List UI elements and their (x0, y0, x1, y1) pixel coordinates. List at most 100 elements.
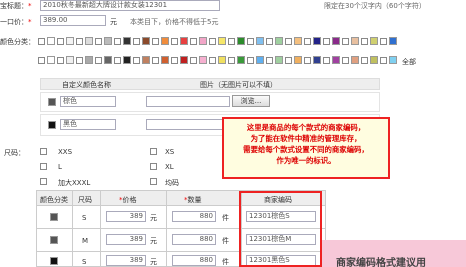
price-label: 一口价：* (0, 18, 32, 26)
color-checkbox[interactable] (76, 38, 83, 45)
header-quantity: *数量 (184, 196, 202, 204)
title-label: 宝标题：* (0, 2, 32, 10)
color-checkbox[interactable] (171, 38, 178, 45)
title-input[interactable]: 2010秋冬最新超大牌设计款女装12301 (40, 0, 220, 11)
color-swatch (123, 37, 131, 45)
color-swatch (351, 37, 359, 45)
callout-line: 需要给每个款式设置不同的商家编码， (243, 145, 369, 154)
color-swatch (85, 56, 93, 64)
color-checkbox[interactable] (133, 57, 140, 64)
color-checkbox[interactable] (38, 57, 45, 64)
size-option-label: XS (165, 148, 175, 156)
color-checkbox[interactable] (342, 38, 349, 45)
color-checkbox[interactable] (57, 38, 64, 45)
color-checkbox[interactable] (228, 57, 235, 64)
color-checkbox[interactable] (152, 38, 159, 45)
sku-size: S (82, 258, 87, 266)
color-checkbox[interactable] (285, 57, 292, 64)
size-checkbox-xs[interactable] (150, 148, 157, 155)
color-checkbox[interactable] (361, 38, 368, 45)
color-swatch (66, 37, 74, 45)
browse-button[interactable]: 浏览... (232, 95, 270, 107)
color-swatch (199, 56, 207, 64)
color-swatch (161, 56, 169, 64)
color-checkbox[interactable] (247, 38, 254, 45)
color-checkbox[interactable] (266, 38, 273, 45)
color-checkbox[interactable] (190, 57, 197, 64)
color-checkbox[interactable] (285, 38, 292, 45)
sku-quantity-input[interactable]: 880 (172, 255, 216, 266)
color-swatch (180, 37, 188, 45)
color-checkbox[interactable] (247, 57, 254, 64)
size-checkbox-xxxl[interactable] (40, 178, 47, 185)
color-swatch (218, 56, 226, 64)
color-checkbox[interactable] (304, 57, 311, 64)
color-checkbox[interactable] (95, 57, 102, 64)
price-unit: 元 (110, 18, 117, 26)
color-checkbox[interactable] (171, 57, 178, 64)
quantity-unit: 件 (222, 258, 229, 266)
title-hint: 限定在30个汉字内（60个字符） (324, 2, 426, 10)
tip-banner: 商家编码格式建议用 (322, 240, 466, 267)
color-checkbox[interactable] (361, 57, 368, 64)
size-checkbox-one-size[interactable] (150, 178, 157, 185)
size-option-label: XL (165, 163, 174, 171)
color-checkbox[interactable] (380, 38, 387, 45)
custom-color-name-input[interactable]: 棕色 (60, 96, 116, 107)
color-checkbox[interactable] (190, 38, 197, 45)
color-swatch (50, 257, 58, 265)
color-swatch (370, 37, 378, 45)
sku-quantity-input[interactable]: 880 (172, 234, 216, 245)
color-swatch (332, 56, 340, 64)
color-swatch (104, 37, 112, 45)
color-checkbox[interactable] (133, 38, 140, 45)
sku-price-input[interactable]: 389 (106, 255, 146, 266)
color-swatch (275, 56, 283, 64)
price-input[interactable]: 389.00 (40, 15, 106, 26)
color-checkbox[interactable] (304, 38, 311, 45)
image-path-input[interactable] (146, 96, 230, 107)
size-checkbox-xxs[interactable] (40, 148, 47, 155)
callout-line: 作为唯一的标识。 (276, 156, 336, 165)
color-swatch (142, 56, 150, 64)
color-checkbox[interactable] (38, 38, 45, 45)
color-swatch (50, 213, 58, 221)
size-checkbox-l[interactable] (40, 163, 47, 170)
sku-quantity-input[interactable]: 880 (172, 211, 216, 222)
image-path-input[interactable] (146, 119, 230, 130)
color-checkbox[interactable] (114, 38, 121, 45)
size-checkbox-xl[interactable] (150, 163, 157, 170)
color-checkbox[interactable] (114, 57, 121, 64)
sku-price-input[interactable]: 389 (106, 234, 146, 245)
color-checkbox[interactable] (57, 57, 64, 64)
header-image: 图片（无图片可以不填） (200, 81, 277, 89)
color-swatch (389, 37, 397, 45)
size-label: 尺码： (4, 149, 25, 157)
color-checkbox[interactable] (95, 38, 102, 45)
color-checkbox[interactable] (342, 57, 349, 64)
color-checkbox[interactable] (323, 57, 330, 64)
color-swatch (199, 37, 207, 45)
sku-size: M (82, 237, 89, 245)
color-checkbox[interactable] (266, 57, 273, 64)
color-checkbox[interactable] (323, 38, 330, 45)
color-checkbox[interactable] (209, 38, 216, 45)
color-swatch (256, 56, 264, 64)
custom-color-name-input[interactable]: 黑色 (60, 119, 116, 130)
size-option-label: L (58, 163, 62, 171)
color-swatch (161, 37, 169, 45)
color-checkbox[interactable] (152, 57, 159, 64)
color-checkbox[interactable] (209, 57, 216, 64)
sku-price-input[interactable]: 389 (106, 211, 146, 222)
color-swatch (370, 56, 378, 64)
merchant-code-callout: 这里是商品的每个款式的商家编码， 为了能在软件中精准的管理库存， 需要给每个款式… (222, 117, 390, 179)
color-checkbox[interactable] (228, 38, 235, 45)
column-divider (72, 191, 73, 267)
size-option-label: 均码 (165, 179, 179, 187)
color-checkbox[interactable] (76, 57, 83, 64)
color-swatch (256, 37, 264, 45)
header-custom-name: 自定义颜色名称 (62, 81, 111, 89)
color-checkbox[interactable] (380, 57, 387, 64)
color-swatch (294, 37, 302, 45)
color-swatch (85, 37, 93, 45)
